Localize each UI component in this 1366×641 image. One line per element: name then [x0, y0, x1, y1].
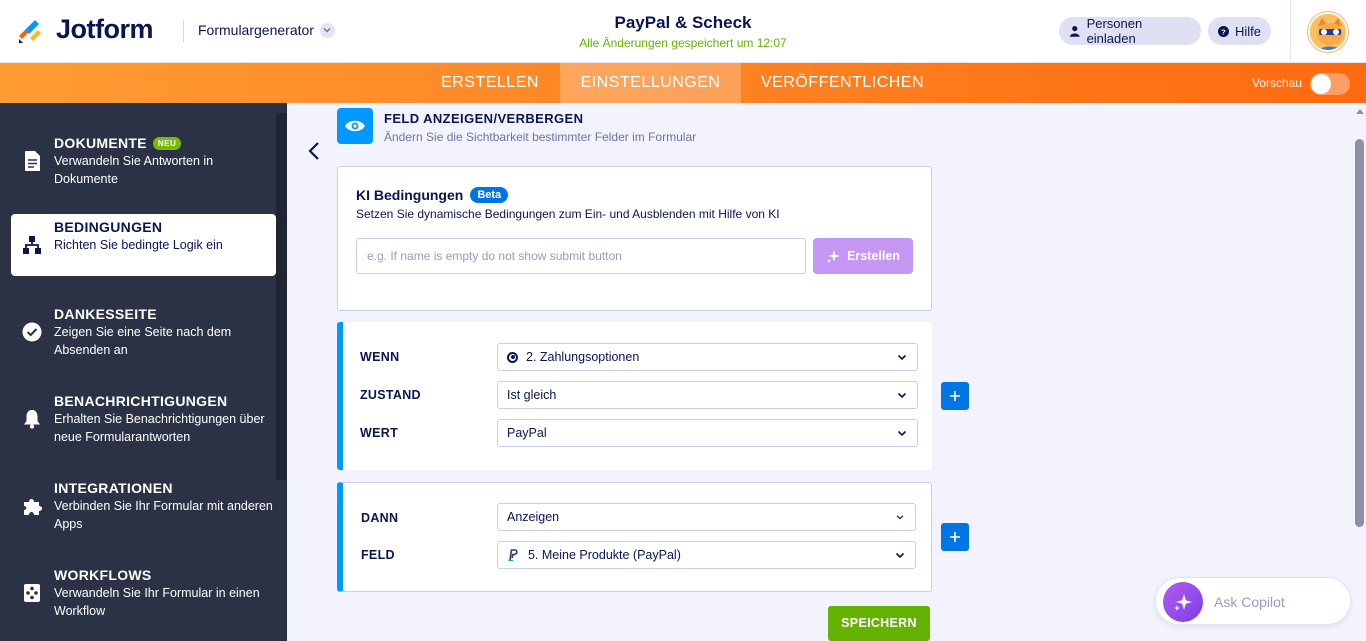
chevron-down-icon — [896, 515, 904, 520]
sidebar-item-title: DOKUMENTE NEU — [54, 135, 182, 151]
radio-field-icon — [507, 351, 518, 363]
help-icon: ? — [1218, 25, 1229, 37]
sidebar-item-workflows[interactable]: WORKFLOWS Verwandeln Sie Ihr Formular in… — [11, 562, 276, 624]
chevron-down-icon — [897, 354, 907, 361]
add-action-button[interactable] — [941, 523, 969, 551]
value-label: WERT — [360, 426, 398, 440]
sidebar-item-desc: Richten Sie bedingte Logik ein — [54, 238, 223, 252]
chevron-down-icon — [897, 392, 907, 399]
paypal-icon — [508, 549, 518, 561]
sidebar-item-documents[interactable]: DOKUMENTE NEU Verwandeln Sie Antworten i… — [11, 130, 276, 192]
eye-icon — [337, 108, 373, 144]
chevron-down-icon — [895, 552, 905, 559]
sparkle-icon — [827, 249, 841, 263]
ai-create-button[interactable]: Erstellen — [813, 238, 913, 274]
scroll-up-arrow-icon[interactable] — [1356, 109, 1364, 114]
avatar[interactable] — [1308, 12, 1348, 52]
then-action-select[interactable]: Anzeigen — [497, 503, 916, 531]
chevron-left-icon — [308, 142, 319, 160]
plus-icon — [950, 391, 960, 401]
sidebar-item-desc: Verwandeln Sie Antworten in Dokumente — [54, 154, 214, 186]
document-icon — [21, 150, 43, 172]
preview-label: Vorschau — [1252, 76, 1303, 90]
state-label: ZUSTAND — [360, 388, 421, 402]
invite-label: Personen einladen — [1086, 16, 1143, 46]
logic-tree-icon — [21, 234, 43, 256]
top-header: Jotform Formulargenerator PayPal & Schec… — [0, 0, 1366, 63]
then-label: DANN — [361, 511, 399, 525]
target-field-select[interactable]: 5. Meine Produkte (PayPal) — [497, 541, 916, 569]
sidebar-item-title: BENACHRICHTIGUNGEN — [54, 393, 228, 409]
ask-copilot-button[interactable]: Ask Copilot — [1155, 577, 1351, 625]
ai-prompt-input[interactable] — [356, 238, 806, 274]
value-value: PayPal — [507, 426, 547, 440]
tab-create[interactable]: ERSTELLEN — [420, 63, 560, 103]
ai-title-text: KI Bedingungen — [356, 187, 464, 203]
ask-copilot-label: Ask Copilot — [1214, 594, 1285, 610]
sidebar-item-desc: Erhalten Sie Benachrichtigungen über neu… — [54, 412, 265, 444]
sidebar-item-desc: Zeigen Sie eine Seite nach dem Absenden … — [54, 325, 232, 357]
workflow-icon — [21, 582, 43, 604]
if-label: WENN — [360, 350, 400, 364]
documents-title: DOKUMENTE — [54, 135, 147, 151]
page-scrollbar[interactable] — [1353, 103, 1366, 641]
check-circle-icon — [21, 321, 43, 343]
plus-icon — [950, 532, 960, 542]
sidebar-item-desc: Verbinden Sie Ihr Formular mit anderen A… — [54, 499, 273, 531]
state-select[interactable]: Ist gleich — [497, 381, 918, 409]
add-condition-button[interactable] — [941, 382, 969, 410]
chevron-down-icon — [897, 430, 907, 437]
svg-text:?: ? — [1221, 27, 1226, 36]
sparkle-icon — [1163, 582, 1203, 622]
tab-settings[interactable]: EINSTELLUNGEN — [560, 63, 741, 103]
tab-publish[interactable]: VERÖFFENTLICHEN — [741, 63, 944, 103]
scrollbar-thumb[interactable] — [1355, 139, 1364, 527]
avatar-area — [1290, 0, 1366, 63]
beta-badge: Beta — [470, 187, 509, 203]
sidebar-item-title: INTEGRATIONEN — [54, 480, 173, 496]
sidebar-item-conditions[interactable]: BEDINGUNGEN Richten Sie bedingte Logik e… — [11, 214, 276, 276]
sidebar-item-title: DANKESSEITE — [54, 306, 157, 322]
sidebar-item-title: WORKFLOWS — [54, 567, 152, 583]
sidebar-item-notifications[interactable]: BENACHRICHTIGUNGEN Erhalten Sie Benachri… — [11, 388, 276, 450]
help-label: Hilfe — [1234, 23, 1261, 39]
ai-title: KI Bedingungen Beta — [356, 187, 509, 203]
new-badge: NEU — [152, 136, 182, 150]
ai-conditions-card: KI Bedingungen Beta Setzen Sie dynamisch… — [337, 166, 932, 311]
condition-if-card: WENN 2. Zahlungsoptionen ZUSTAND Ist gle… — [337, 322, 932, 470]
sidebar-item-thankyou[interactable]: DANKESSEITE Zeigen Sie eine Seite nach d… — [11, 301, 276, 363]
bell-icon — [21, 408, 43, 430]
if-field-select[interactable]: 2. Zahlungsoptionen — [497, 343, 918, 371]
value-select[interactable]: PayPal — [497, 419, 918, 447]
main-nav: ERSTELLEN EINSTELLUNGEN VERÖFFENTLICHEN … — [0, 63, 1366, 103]
field-label: FELD — [361, 548, 395, 562]
ai-subtitle: Setzen Sie dynamische Bedingungen zum Ei… — [356, 207, 780, 221]
puzzle-icon — [21, 495, 43, 517]
sidebar-item-desc: Verwandeln Sie Ihr Formular in einen Wor… — [54, 586, 260, 618]
if-field-value: 2. Zahlungsoptionen — [526, 350, 640, 364]
action-then-card: DANN Anzeigen FELD 5. Meine Produkte (Pa… — [337, 482, 932, 592]
sidebar-item-title: BEDINGUNGEN — [54, 219, 163, 235]
preview-toggle[interactable] — [1310, 73, 1350, 95]
sidebar-scrollbar[interactable] — [276, 113, 287, 480]
sidebar-item-integrations[interactable]: INTEGRATIONEN Verbinden Sie Ihr Formular… — [11, 475, 276, 537]
invite-people-button[interactable]: Personen einladen — [1059, 16, 1201, 46]
help-button[interactable]: ? Hilfe — [1208, 17, 1271, 45]
user-icon — [1069, 25, 1080, 37]
section-title: FELD ANZEIGEN/VERBERGEN — [384, 111, 584, 126]
toggle-knob — [1311, 74, 1331, 94]
settings-sidebar: DOKUMENTE NEU Verwandeln Sie Antworten i… — [0, 103, 287, 641]
target-field-value: 5. Meine Produkte (PayPal) — [528, 548, 681, 562]
section-subtitle: Ändern Sie die Sichtbarkeit bestimmter F… — [384, 130, 697, 144]
ai-create-label: Erstellen — [847, 249, 900, 263]
state-value: Ist gleich — [507, 388, 557, 402]
back-button[interactable] — [304, 140, 326, 162]
save-button[interactable]: SPEICHERN — [828, 606, 930, 641]
then-action-value: Anzeigen — [507, 510, 560, 524]
